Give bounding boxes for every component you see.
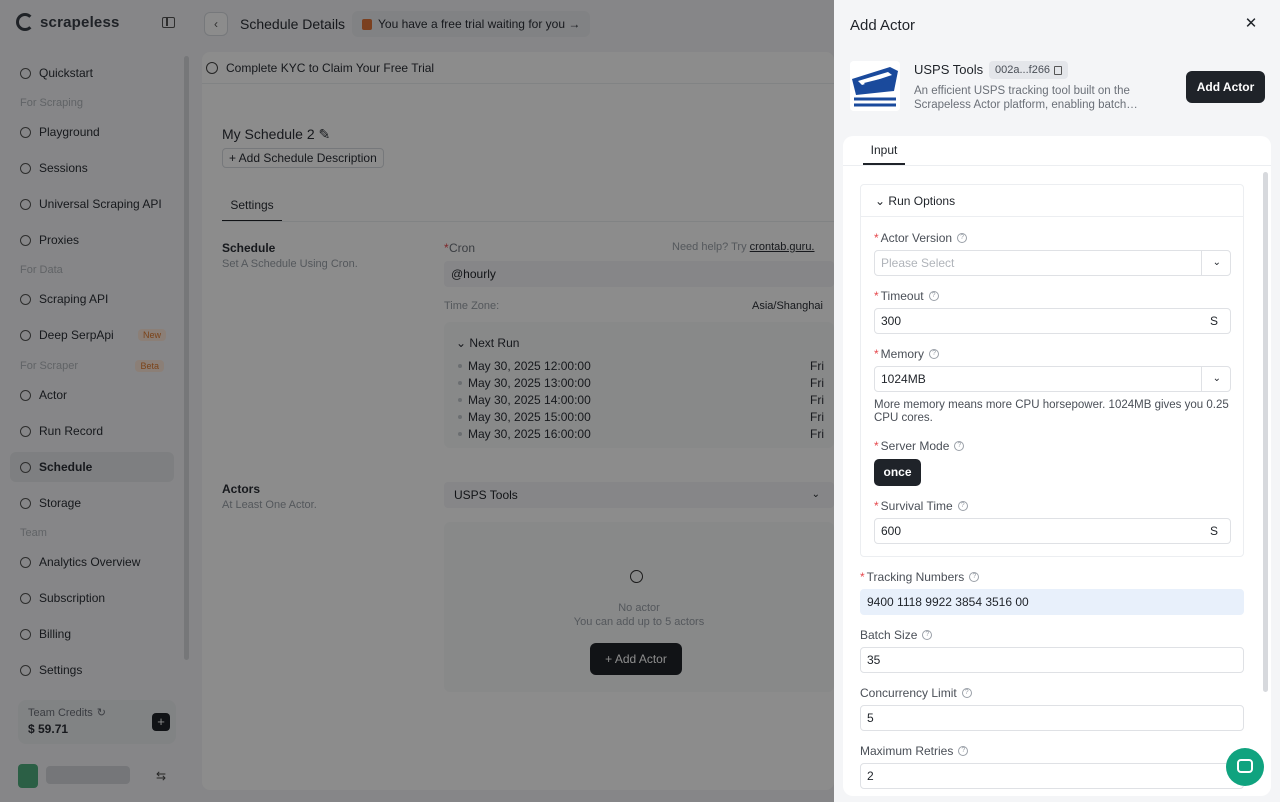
tracking-numbers-label-text: Tracking Numbers — [866, 570, 965, 584]
timeout-unit: S — [1209, 314, 1218, 328]
help-icon[interactable]: ? — [954, 441, 965, 451]
server-mode-once-button[interactable]: once — [874, 459, 921, 486]
modal-backdrop[interactable] — [0, 0, 834, 802]
survival-time-label-text: Survival Time — [880, 499, 953, 513]
help-icon[interactable]: ? — [922, 630, 933, 640]
help-icon[interactable]: ? — [929, 349, 940, 359]
copy-icon[interactable] — [1054, 65, 1063, 75]
concurrency-limit-input[interactable]: 5 — [860, 705, 1244, 731]
chevron-down-icon: ⌄ — [875, 194, 886, 208]
maximum-retries-input[interactable]: 2 — [860, 763, 1244, 789]
chevron-down-icon: ⌄ — [1212, 373, 1221, 384]
chat-support-icon[interactable] — [1226, 748, 1264, 786]
usps-eagle-icon — [850, 61, 900, 111]
tracking-numbers-label: * Tracking Numbers? — [860, 570, 980, 584]
run-options-title: Run Options — [888, 194, 956, 208]
timeout-label: * Timeout? — [874, 289, 939, 303]
memory-select[interactable]: 1024MB ⌄ — [874, 366, 1231, 392]
memory-label-text: Memory — [880, 347, 925, 361]
survival-time-label: * Survival Time? — [874, 499, 968, 513]
tab-input[interactable]: Input — [863, 136, 905, 165]
batch-size-input[interactable]: 35 — [860, 647, 1244, 673]
chevron-down-icon: ⌄ — [1212, 257, 1221, 268]
form-scrollbar[interactable] — [1263, 172, 1268, 692]
server-mode-label-text: Server Mode — [880, 439, 950, 453]
run-options-section: ⌄ Run Options * Actor Version? Please Sel… — [860, 184, 1244, 557]
help-icon[interactable]: ? — [957, 501, 968, 511]
drawer-title: Add Actor — [850, 17, 916, 34]
survival-time-unit: S — [1209, 524, 1218, 538]
timeout-label-text: Timeout — [880, 289, 924, 303]
tab-divider — [843, 165, 1271, 166]
concurrency-limit-label-text: Concurrency Limit — [860, 686, 957, 700]
timeout-value: 300 — [881, 314, 902, 328]
help-icon[interactable]: ? — [969, 572, 980, 582]
add-actor-drawer: Add Actor ✕ USPS Tools 002a...f266 An ef… — [834, 0, 1280, 802]
actor-id: 002a...f266 — [995, 64, 1051, 76]
actor-version-placeholder: Please Select — [881, 256, 955, 270]
run-options-toggle[interactable]: ⌄ Run Options — [861, 185, 1243, 217]
help-icon[interactable]: ? — [957, 233, 968, 243]
add-actor-submit-button[interactable]: Add Actor — [1186, 71, 1265, 103]
memory-label: * Memory? — [874, 347, 940, 361]
actor-description: An efficient USPS tracking tool built on… — [914, 85, 1138, 111]
batch-size-label-text: Batch Size — [860, 628, 918, 642]
tracking-numbers-input[interactable]: 9400 1118 9922 3854 3516 00 — [860, 589, 1244, 615]
concurrency-limit-label: Concurrency Limit? — [860, 686, 972, 700]
help-icon[interactable]: ? — [928, 291, 939, 301]
server-mode-label: * Server Mode? — [874, 439, 965, 453]
actor-version-label-text: Actor Version — [880, 231, 953, 245]
batch-size-label: Batch Size? — [860, 628, 933, 642]
usps-logo — [850, 61, 900, 111]
memory-value: 1024MB — [881, 372, 926, 386]
actor-name: USPS Tools — [914, 62, 984, 77]
survival-time-input[interactable]: 600 S — [874, 518, 1231, 544]
actor-version-select[interactable]: Please Select ⌄ — [874, 250, 1231, 276]
timeout-input[interactable]: 300 S — [874, 308, 1231, 334]
help-icon[interactable]: ? — [961, 688, 972, 698]
memory-help: More memory means more CPU horsepower. 1… — [874, 399, 1229, 424]
actor-version-label: * Actor Version? — [874, 231, 968, 245]
help-icon[interactable]: ? — [958, 746, 969, 756]
actor-input-form: Input ⌄ Run Options * Actor Version? Plea… — [843, 136, 1271, 796]
survival-time-value: 600 — [881, 524, 902, 538]
maximum-retries-label: Maximum Retries? — [860, 744, 969, 758]
close-icon[interactable]: ✕ — [1244, 16, 1258, 32]
actor-id-chip[interactable]: 002a...f266 — [989, 61, 1069, 79]
maximum-retries-label-text: Maximum Retries — [860, 744, 954, 758]
